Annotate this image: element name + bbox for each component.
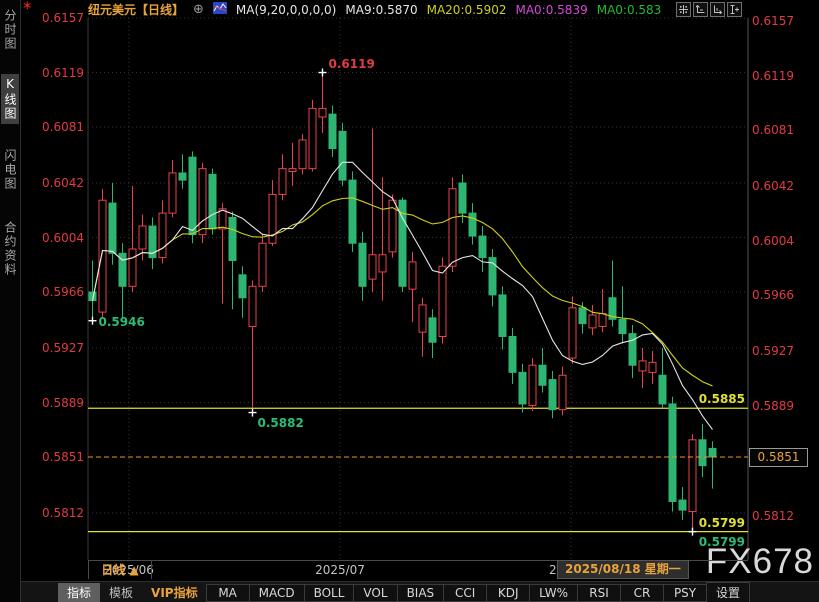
circle-plus-icon[interactable]: ⊕ [193, 2, 204, 17]
candlestick-chart[interactable] [0, 0, 819, 602]
ma-legend-item: MA0:0.5839 [515, 3, 587, 17]
price-annotation: 0.6119 [329, 57, 375, 71]
y-axis-label-right: 0.5966 [752, 288, 812, 302]
y-axis-label-left: 0.5812 [26, 506, 84, 520]
ma-legend-item: MA0:0.583 [597, 3, 662, 17]
y-axis-label-right: 0.6119 [752, 69, 812, 83]
trading-chart-window: 分时图 K线图闪电图合约资料 * 纽元美元【日线】 ⊕ MA(9,20,0,0,0… [0, 0, 819, 602]
y-axis-label-right: 0.6042 [752, 179, 812, 193]
y-axis-label-left: 0.6157 [26, 11, 84, 25]
sidebar-item-chart-type[interactable]: 合约资料 [1, 218, 19, 280]
date-tooltip: 2025/08/18 星期一 [557, 560, 689, 579]
crosshair-move-icon[interactable] [676, 2, 691, 17]
y-axis-label-left: 0.6042 [26, 176, 84, 190]
y-axis-label-left: 0.5966 [26, 285, 84, 299]
y-axis-label-right: 0.6081 [752, 123, 812, 137]
price-annotation: 0.5882 [258, 416, 304, 430]
chart-legend-bar: 纽元美元【日线】 ⊕ MA(9,20,0,0,0,0) MA9:0.5870 MA… [88, 1, 661, 18]
sidebar-item-selected[interactable]: K线图 [1, 74, 19, 124]
chart-toolbar [676, 2, 742, 17]
indicator-tab[interactable]: BIAS [397, 584, 445, 602]
axis-scale-right-icon[interactable] [710, 2, 725, 17]
y-axis-label-left: 0.6004 [26, 231, 84, 245]
y-axis-label-right: 0.6004 [752, 234, 812, 248]
current-price-badge: 0.5851 [749, 448, 808, 467]
level-price-label: 0.5799 [625, 516, 745, 530]
axis-scale-left-icon[interactable] [693, 2, 708, 17]
y-axis-label-right: 0.5889 [752, 399, 812, 413]
indicator-tab[interactable]: VOL [353, 584, 397, 602]
indicator-tab[interactable]: RSI [577, 584, 621, 602]
y-axis-label-left: 0.6081 [26, 120, 84, 134]
indicator-tab[interactable]: 指标 [58, 583, 100, 602]
sidebar-item-chart-type[interactable]: 分时图 [1, 6, 19, 54]
alert-dot-icon: * [23, 0, 32, 19]
indicator-tab[interactable]: 模板 [100, 583, 142, 602]
chart-type-sidebar: 分时图 K线图闪电图合约资料 [0, 0, 21, 602]
x-axis-strip: 日线 ▲ 2025/08/18 星期一 [0, 560, 819, 580]
indicator-tab[interactable]: KDJ [486, 584, 530, 602]
level-price-label: 0.5885 [625, 392, 745, 406]
y-axis-label-right: 0.6157 [752, 14, 812, 28]
indicator-tab[interactable]: MA [206, 584, 250, 602]
y-axis-label-right: 0.5927 [752, 344, 812, 358]
period-selector[interactable]: 日线 ▲ [88, 561, 152, 579]
y-axis-label-left: 0.6119 [26, 66, 84, 80]
indicator-tab[interactable]: 设置 [706, 582, 750, 602]
ma-legend-item: MA9:0.5870 [345, 3, 417, 17]
ma-legend-item: MA20:0.5902 [427, 3, 507, 17]
indicator-tab[interactable]: BOLL [304, 584, 355, 602]
split-pane-icon[interactable] [727, 2, 742, 17]
indicator-tab[interactable]: CCI [443, 584, 487, 602]
level-price-sublabel: 0.5799 [625, 535, 745, 549]
indicator-tab-bar: 指标模板VIP指标MAMACDBOLLVOLBIASCCIKDJLW%RSICR… [0, 581, 819, 602]
y-axis-label-left: 0.5851 [26, 450, 84, 464]
price-annotation: 0.5946 [99, 315, 145, 329]
indicator-tab[interactable]: MACD [249, 584, 305, 602]
y-axis-label-left: 0.5889 [26, 396, 84, 410]
ma-settings-label: MA(9,20,0,0,0,0) [236, 3, 336, 17]
symbol-title: 纽元美元【日线】 [88, 1, 184, 18]
indicator-tab[interactable]: CR [620, 584, 664, 602]
indicator-tab[interactable]: VIP指标 [142, 583, 207, 602]
chart-thumbnail-icon[interactable] [213, 2, 227, 17]
indicator-tab[interactable]: PSY [663, 584, 707, 602]
sidebar-item-chart-type[interactable]: 闪电图 [1, 146, 19, 194]
y-axis-label-left: 0.5927 [26, 341, 84, 355]
y-axis-label-right: 0.5812 [752, 509, 812, 523]
indicator-tab[interactable]: LW% [529, 584, 578, 602]
